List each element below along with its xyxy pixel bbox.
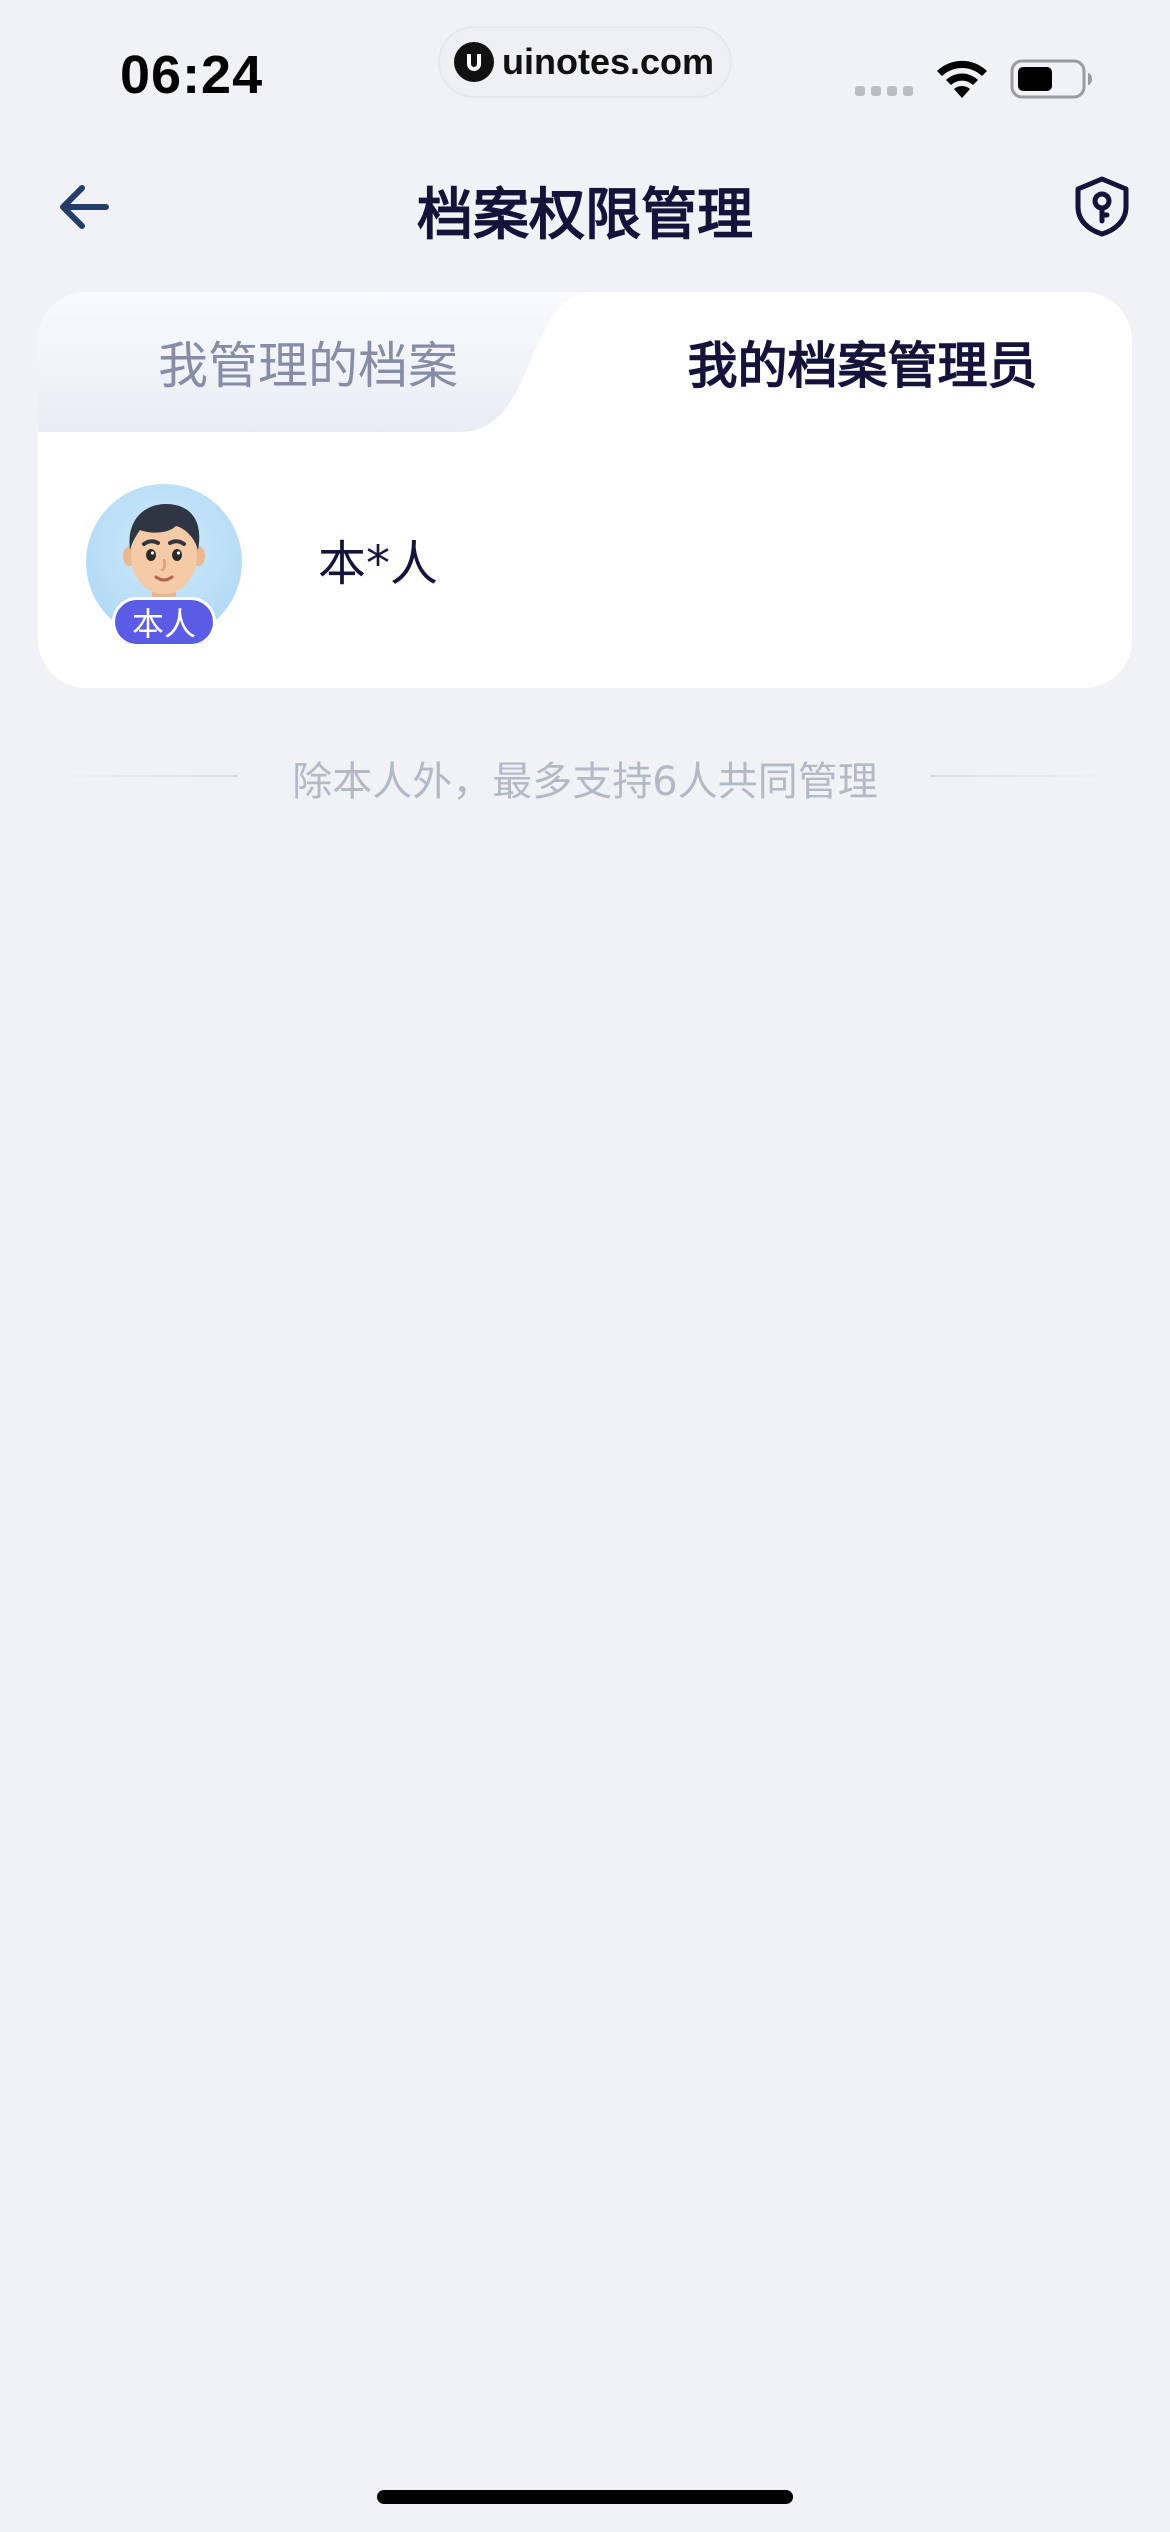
watermark-pill: uinotes.com	[438, 26, 732, 98]
divider-right	[930, 775, 1120, 777]
home-indicator[interactable]	[377, 2490, 793, 2504]
battery-icon	[1010, 59, 1092, 99]
self-badge: 本人	[112, 597, 216, 647]
status-time: 06:24	[120, 45, 264, 105]
status-bar: 06:24 uinotes.com	[0, 0, 1170, 130]
page-title: 档案权限管理	[417, 183, 753, 248]
admin-card: 我管理的档案 我的档案管理员 本人 本*人	[38, 292, 1132, 688]
note-text: 除本人外，最多支持6人共同管理	[292, 759, 878, 805]
nav-bar: 档案权限管理	[0, 150, 1170, 262]
watermark-text: uinotes.com	[502, 41, 715, 82]
member-name: 本*人	[318, 536, 439, 592]
management-limit-note: 除本人外，最多支持6人共同管理	[48, 745, 1122, 805]
tab-my-record-admins[interactable]: 我的档案管理员	[593, 292, 1132, 432]
signal-icon	[855, 86, 913, 96]
watermark-logo-icon	[454, 42, 494, 82]
wifi-icon	[937, 60, 987, 98]
permission-info-button[interactable]	[1066, 170, 1138, 242]
tab-managed-records[interactable]: 我管理的档案	[38, 292, 578, 432]
divider-left	[48, 775, 238, 777]
member-row[interactable]: 本人 本*人	[86, 484, 1086, 656]
shield-key-icon	[1075, 176, 1129, 237]
